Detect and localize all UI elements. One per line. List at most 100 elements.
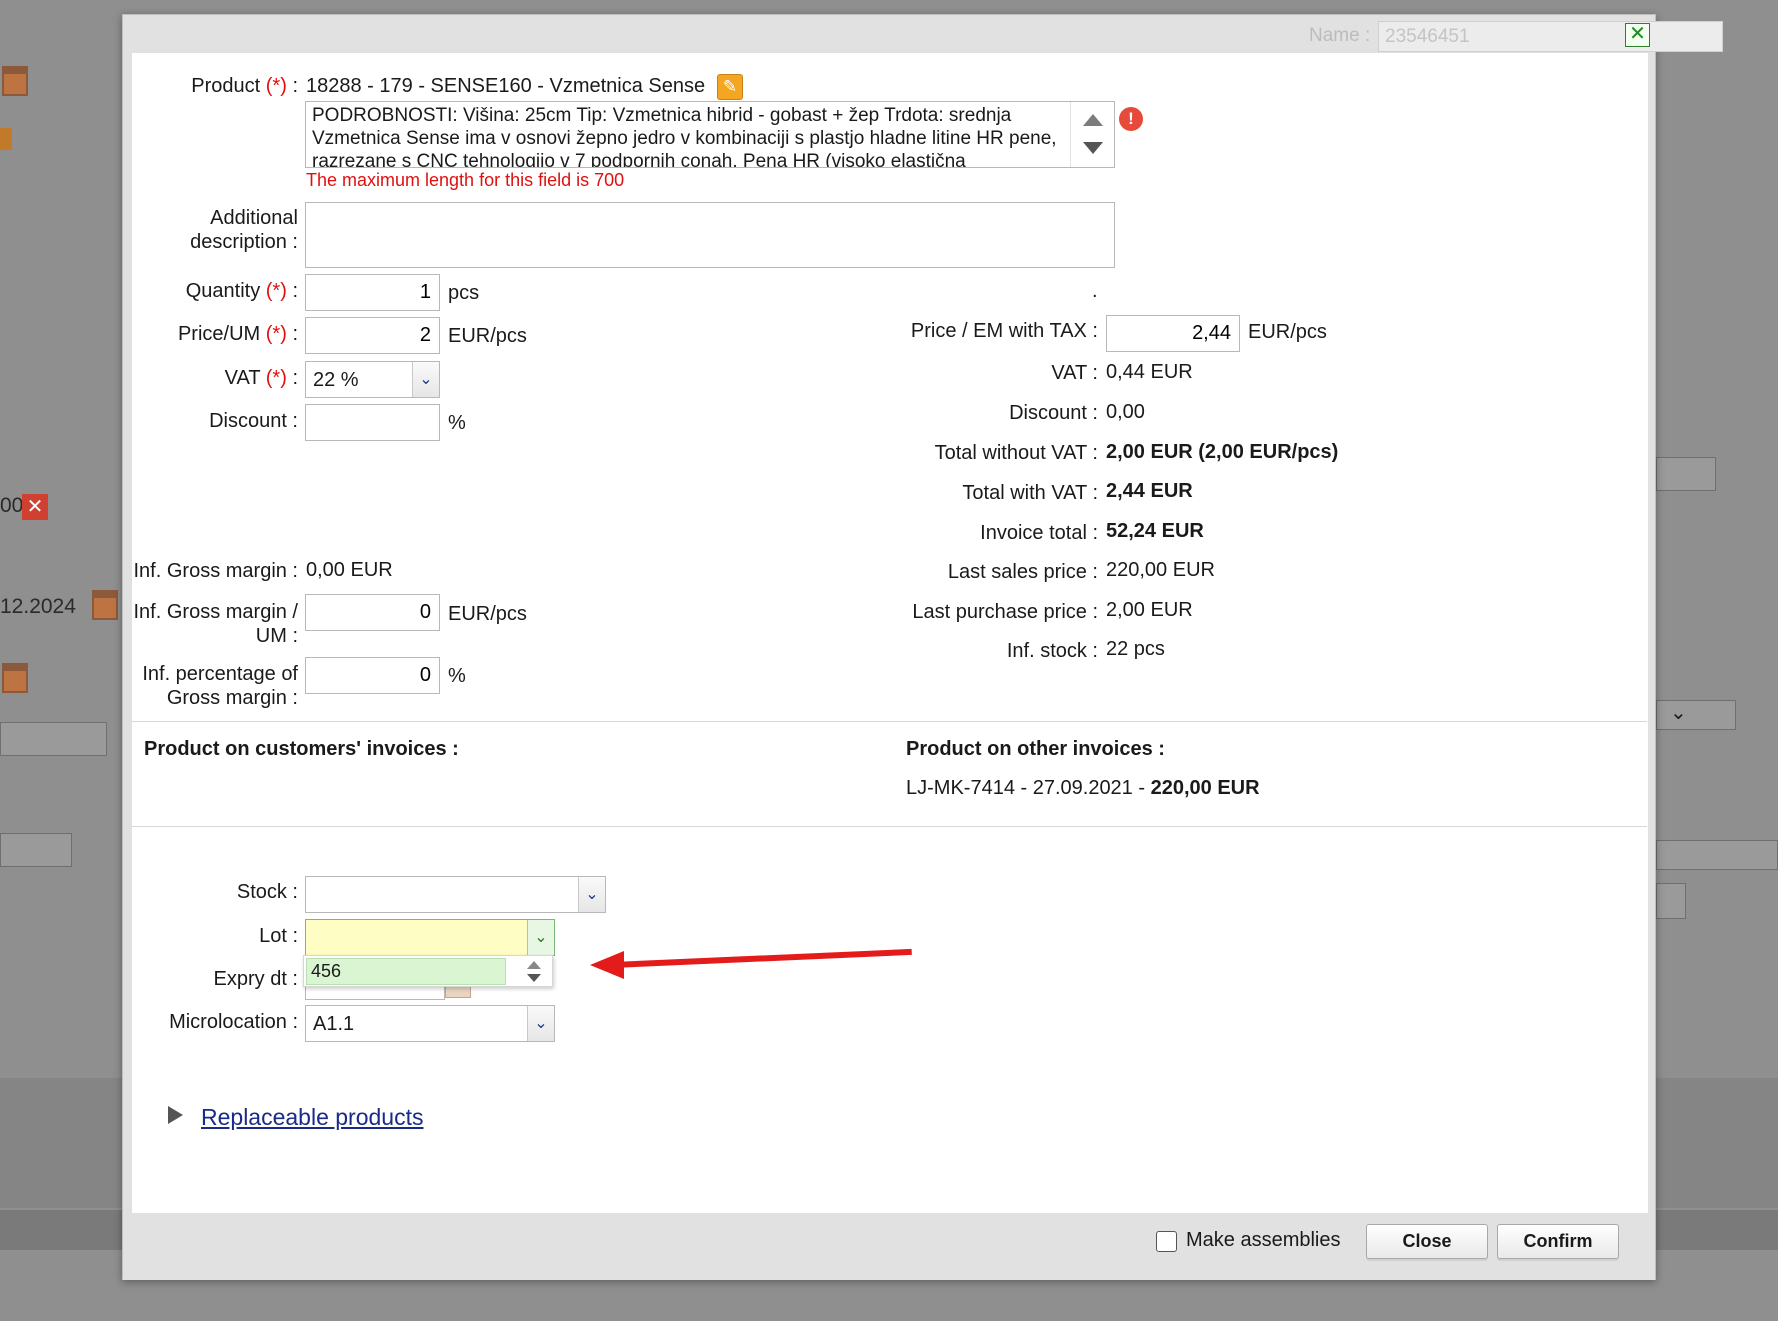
price-tax-label: Price / EM with TAX : — [910, 320, 1098, 342]
close-button[interactable]: Close — [1366, 1224, 1488, 1259]
product-description-text: PODROBNOSTI: Višina: 25cm Tip: Vzmetnica… — [312, 105, 1057, 168]
additional-description-label: Additional description : — [130, 206, 298, 254]
quantity-input[interactable] — [305, 274, 440, 311]
make-assemblies-label: Make assemblies — [1186, 1229, 1341, 1251]
product-description-textarea[interactable]: PODROBNOSTI: Višina: 25cm Tip: Vzmetnica… — [305, 101, 1115, 168]
bg-select — [1656, 700, 1736, 730]
price-tax-input[interactable] — [1106, 315, 1240, 352]
scroll-up-icon[interactable] — [527, 961, 541, 969]
discount-input[interactable] — [305, 404, 440, 441]
replaceable-products-link[interactable]: Replaceable products — [201, 1104, 423, 1131]
price-input[interactable] — [305, 317, 440, 354]
gross-margin-label: Inf. Gross margin : — [133, 560, 299, 582]
label-text: Price/UM — [177, 323, 261, 345]
required-marker: (*) — [265, 75, 287, 97]
invoice-total-label: Invoice total : — [980, 522, 1098, 544]
calendar-icon — [92, 590, 118, 620]
product-label-text: Product — [191, 75, 261, 97]
gross-percentage-label: Inf. percentage of Gross margin : — [130, 662, 298, 710]
last-sales-price-value: 220,00 EUR — [1106, 559, 1215, 581]
total-with-vat-value: 2,44 EUR — [1106, 480, 1193, 502]
lot-combobox[interactable]: ⌄ — [305, 919, 555, 956]
microlocation-value: A1.1 — [313, 1013, 355, 1035]
label-line: UM : — [255, 625, 298, 647]
scroll-down-icon[interactable] — [527, 974, 541, 982]
last-sales-price-label: Last sales price : — [947, 561, 1098, 583]
invoice-reference: LJ-MK-7414 - 27.09.2021 - — [906, 777, 1151, 799]
gross-margin-um-input[interactable] — [305, 594, 440, 631]
error-message: The maximum length for this field is 700 — [306, 170, 625, 190]
chevron-down-icon[interactable]: ⌄ — [527, 1006, 554, 1041]
customers-invoices-heading: Product on customers' invoices : — [144, 738, 459, 760]
dropdown-scroll[interactable] — [524, 959, 544, 985]
name-field: 23546451 — [1378, 21, 1723, 52]
lot-dropdown-list: 456 — [303, 955, 553, 987]
label-text: Quantity — [185, 280, 261, 302]
calendar-icon — [2, 663, 28, 693]
annotation-arrow — [590, 945, 920, 985]
total-without-vat-label: Total without VAT : — [934, 442, 1098, 464]
scroll-up-icon[interactable] — [1083, 114, 1103, 126]
vat-select-value: 22 % — [313, 369, 359, 391]
edit-icon[interactable]: ✎ — [717, 74, 743, 100]
name-label: Name : — [1309, 25, 1371, 46]
stock-select[interactable]: ⌄ — [305, 876, 606, 913]
label-line: Gross margin : — [166, 687, 298, 709]
gross-percentage-input[interactable] — [305, 657, 440, 694]
discount-unit: % — [448, 412, 466, 434]
bg-date: 12.2024 — [0, 595, 76, 618]
required-marker: (*) — [265, 323, 287, 345]
total-without-vat-value: 2,00 EUR (2,00 EUR/pcs) — [1106, 441, 1339, 463]
info-icon — [0, 128, 12, 150]
dot-marker: . — [1092, 280, 1098, 302]
divider — [131, 826, 1647, 827]
colon: : — [292, 367, 298, 389]
quantity-unit: pcs — [448, 282, 480, 304]
scroll-down-icon[interactable] — [1083, 142, 1103, 154]
bg-value: 00 — [0, 494, 24, 517]
chevron-down-icon[interactable]: ⌄ — [578, 877, 605, 912]
gross-margin-um-label: Inf. Gross margin / UM : — [130, 600, 299, 648]
textarea-scrollbar[interactable] — [1070, 102, 1114, 167]
microlocation-select[interactable]: A1.1 ⌄ — [305, 1005, 555, 1042]
calendar-icon — [2, 66, 28, 96]
right-discount-value: 0,00 — [1106, 401, 1145, 423]
label-text: VAT — [224, 367, 261, 389]
confirm-button[interactable]: Confirm — [1497, 1224, 1619, 1259]
dialog-footer: Make assemblies Close Confirm — [123, 1214, 1655, 1280]
chevron-down-icon: ⌄ — [1670, 702, 1687, 724]
expiry-date-label: Expry dt : — [213, 968, 298, 990]
colon: : — [292, 280, 298, 302]
required-marker: (*) — [265, 367, 287, 389]
chevron-down-icon[interactable]: ⌄ — [412, 362, 439, 397]
additional-description-textarea[interactable] — [305, 202, 1115, 268]
other-invoice-entry: LJ-MK-7414 - 27.09.2021 - 220,00 EUR — [906, 776, 1260, 800]
expand-triangle-icon[interactable] — [168, 1106, 183, 1124]
right-vat-label: VAT : — [1051, 362, 1098, 384]
close-x-icon[interactable]: ✕ — [1625, 23, 1650, 47]
invoice-total-value: 52,24 EUR — [1106, 520, 1204, 542]
discount-label: Discount : — [209, 410, 298, 432]
gross-percentage-unit: % — [448, 665, 466, 687]
other-invoices-heading: Product on other invoices : — [906, 738, 1165, 760]
quantity-label: Quantity (*) : — [130, 279, 298, 303]
make-assemblies-checkbox[interactable] — [1156, 1231, 1177, 1252]
error-icon: ! — [1119, 107, 1143, 131]
right-discount-label: Discount : — [1009, 402, 1098, 424]
inf-stock-value: 22 pcs — [1106, 638, 1165, 660]
inf-stock-label: Inf. stock : — [1006, 640, 1098, 662]
arrow-head — [590, 951, 624, 979]
bg-field — [1656, 457, 1716, 491]
gross-margin-value: 0,00 EUR — [306, 559, 393, 581]
vat-select[interactable]: 22 % ⌄ — [305, 361, 440, 398]
last-purchase-price-value: 2,00 EUR — [1106, 599, 1193, 621]
arrow-shaft — [611, 948, 912, 968]
gross-margin-um-unit: EUR/pcs — [448, 603, 527, 625]
microlocation-label: Microlocation : — [169, 1011, 298, 1033]
right-vat-value: 0,44 EUR — [1106, 361, 1193, 383]
chevron-down-icon[interactable]: ⌄ — [527, 920, 554, 955]
total-with-vat-label: Total with VAT : — [962, 482, 1098, 504]
lot-option[interactable]: 456 — [306, 958, 506, 985]
bg-field — [0, 722, 107, 756]
bg-field — [1656, 840, 1778, 870]
